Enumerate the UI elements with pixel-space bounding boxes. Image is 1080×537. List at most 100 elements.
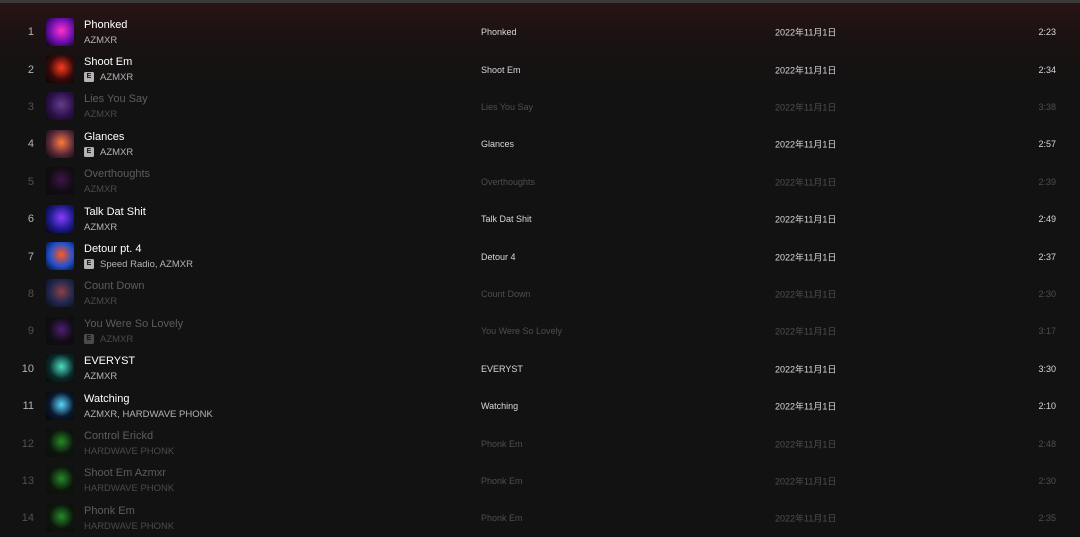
album-art-icon[interactable] [46, 129, 74, 158]
track-album[interactable]: Count Down [481, 289, 531, 299]
album-art-icon[interactable] [46, 241, 74, 270]
track-artists[interactable]: E AZMXR [84, 147, 133, 158]
date-added: 2022年11月1日 [775, 326, 837, 337]
tracklist: 1 Phonked AZMXR Phonked 2022年11月1日 2:23 2 Shoot… [0, 0, 1080, 537]
track-row[interactable]: 2 Shoot Em E AZMXR Shoot Em 2022年11月1日 2:34 [0, 51, 1080, 88]
artist-names[interactable]: Speed Radio, AZMXR [100, 259, 193, 270]
track-row[interactable]: 11 Watching AZMXR, HARDWAVE PHONK Watching 2… [0, 388, 1080, 425]
album-art-icon[interactable] [46, 54, 74, 83]
track-artists[interactable]: AZMXR [84, 184, 117, 195]
album-art-icon[interactable] [46, 167, 74, 196]
track-title[interactable]: Phonk Em [84, 505, 135, 517]
track-album[interactable]: You Were So Lovely [481, 326, 562, 336]
track-album[interactable]: Lies You Say [481, 102, 533, 112]
track-number: 11 [22, 400, 34, 413]
track-title[interactable]: Watching [84, 393, 129, 405]
artist-names[interactable]: AZMXR [100, 147, 133, 158]
track-row[interactable]: 13 Shoot Em Azmxr HARDWAVE PHONK Phonk Em 20… [0, 462, 1080, 499]
track-album[interactable]: Phonk Em [481, 476, 523, 486]
artist-names[interactable]: AZMXR, HARDWAVE PHONK [84, 409, 213, 420]
album-art-icon[interactable] [46, 503, 74, 532]
track-title[interactable]: EVERYST [84, 355, 135, 367]
track-duration: 2:30 [1038, 288, 1056, 299]
track-artists[interactable]: AZMXR [84, 222, 117, 233]
track-title[interactable]: Control Erickd [84, 430, 153, 442]
date-added: 2022年11月1日 [775, 102, 837, 113]
track-title[interactable]: Detour pt. 4 [84, 243, 141, 255]
track-artists[interactable]: AZMXR [84, 35, 117, 46]
album-art-icon[interactable] [46, 92, 74, 121]
track-row[interactable]: 6 Talk Dat Shit AZMXR Talk Dat Shit 2022年11月… [0, 201, 1080, 238]
explicit-badge-icon: E [84, 72, 94, 83]
track-title[interactable]: Lies You Say [84, 93, 148, 105]
artist-names[interactable]: AZMXR [100, 72, 133, 83]
track-album[interactable]: EVERYST [481, 364, 523, 374]
artist-names[interactable]: AZMXR [84, 296, 117, 307]
track-title[interactable]: Phonked [84, 19, 127, 31]
track-artists[interactable]: E AZMXR [84, 72, 133, 83]
track-artists[interactable]: E AZMXR [84, 334, 133, 345]
track-title[interactable]: Shoot Em Azmxr [84, 467, 166, 479]
track-album[interactable]: Glances [481, 139, 514, 149]
track-row[interactable]: 10 EVERYST AZMXR EVERYST 2022年11月1日 3:30 [0, 350, 1080, 387]
album-art-icon[interactable] [46, 17, 74, 46]
album-art-icon[interactable] [46, 428, 74, 457]
date-added: 2022年11月1日 [775, 27, 837, 38]
track-album[interactable]: Watching [481, 401, 518, 411]
track-title[interactable]: Talk Dat Shit [84, 206, 146, 218]
track-row[interactable]: 1 Phonked AZMXR Phonked 2022年11月1日 2:23 [0, 14, 1080, 51]
track-row[interactable]: 8 Count Down AZMXR Count Down 2022年11月1日 2:30 [0, 275, 1080, 312]
track-album[interactable]: Phonk Em [481, 513, 523, 523]
artist-names[interactable]: AZMXR [84, 371, 117, 382]
track-artists[interactable]: HARDWAVE PHONK [84, 521, 174, 532]
track-row[interactable]: 5 Overthoughts AZMXR Overthoughts 2022年11月1日… [0, 163, 1080, 200]
track-title[interactable]: You Were So Lovely [84, 318, 183, 330]
date-added: 2022年11月1日 [775, 289, 837, 300]
track-duration: 2:10 [1038, 401, 1056, 412]
date-added: 2022年11月1日 [775, 65, 837, 76]
album-art-icon[interactable] [46, 316, 74, 345]
track-artists[interactable]: AZMXR [84, 109, 117, 120]
track-number: 3 [27, 100, 34, 113]
track-album[interactable]: Phonked [481, 27, 517, 37]
track-row[interactable]: 14 Phonk Em HARDWAVE PHONK Phonk Em 2022年11月… [0, 500, 1080, 537]
artist-names[interactable]: AZMXR [84, 35, 117, 46]
track-artists[interactable]: HARDWAVE PHONK [84, 446, 174, 457]
explicit-badge-icon: E [84, 334, 94, 345]
artist-names[interactable]: HARDWAVE PHONK [84, 521, 174, 532]
album-art-icon[interactable] [46, 391, 74, 420]
track-row[interactable]: 4 Glances E AZMXR Glances 2022年11月1日 2:57 [0, 126, 1080, 163]
track-title[interactable]: Overthoughts [84, 168, 150, 180]
track-album[interactable]: Phonk Em [481, 439, 523, 449]
track-album[interactable]: Talk Dat Shit [481, 214, 532, 224]
track-title[interactable]: Count Down [84, 280, 145, 292]
track-row[interactable]: 3 Lies You Say AZMXR Lies You Say 2022年11月1日… [0, 88, 1080, 125]
track-row[interactable]: 12 Control Erickd HARDWAVE PHONK Phonk Em 20… [0, 425, 1080, 462]
track-artists[interactable]: AZMXR [84, 371, 117, 382]
album-art-icon[interactable] [46, 466, 74, 495]
artist-names[interactable]: HARDWAVE PHONK [84, 483, 174, 494]
artist-names[interactable]: AZMXR [84, 222, 117, 233]
track-number: 6 [27, 213, 34, 226]
artist-names[interactable]: HARDWAVE PHONK [84, 446, 174, 457]
track-row[interactable]: 9 You Were So Lovely E AZMXR You Were So Lov… [0, 313, 1080, 350]
artist-names[interactable]: AZMXR [100, 334, 133, 345]
album-art-icon[interactable] [46, 354, 74, 383]
track-title[interactable]: Glances [84, 131, 124, 143]
track-artists[interactable]: AZMXR [84, 296, 117, 307]
album-art-icon[interactable] [46, 279, 74, 308]
album-art-icon[interactable] [46, 204, 74, 233]
track-album[interactable]: Detour 4 [481, 252, 516, 262]
track-album[interactable]: Overthoughts [481, 177, 535, 187]
track-number: 2 [27, 63, 34, 76]
artist-names[interactable]: AZMXR [84, 109, 117, 120]
track-title[interactable]: Shoot Em [84, 56, 132, 68]
track-row[interactable]: 7 Detour pt. 4 E Speed Radio, AZMXR Detour 4… [0, 238, 1080, 275]
track-duration: 2:49 [1038, 214, 1056, 225]
track-artists[interactable]: E Speed Radio, AZMXR [84, 259, 193, 270]
track-artists[interactable]: HARDWAVE PHONK [84, 483, 174, 494]
artist-names[interactable]: AZMXR [84, 184, 117, 195]
track-album[interactable]: Shoot Em [481, 65, 521, 75]
date-added: 2022年11月1日 [775, 364, 837, 375]
track-artists[interactable]: AZMXR, HARDWAVE PHONK [84, 409, 213, 420]
